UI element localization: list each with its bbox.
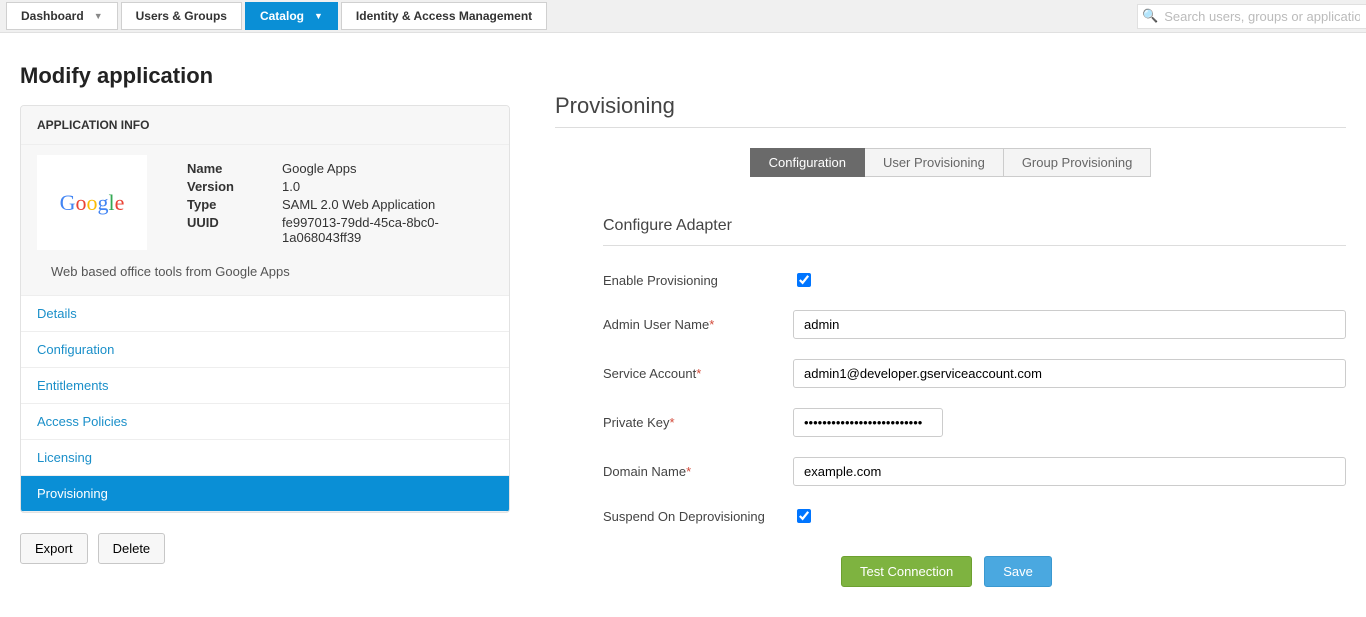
nav-configuration[interactable]: Configuration <box>21 332 509 368</box>
tab-users-groups[interactable]: Users & Groups <box>121 2 242 30</box>
tab-identity[interactable]: Identity & Access Management <box>341 2 547 30</box>
chevron-down-icon: ▼ <box>94 11 103 21</box>
nav-link: Configuration <box>37 342 114 357</box>
save-button[interactable]: Save <box>984 556 1052 587</box>
info-version-value: 1.0 <box>282 179 300 194</box>
chevron-down-icon: ▼ <box>314 11 323 21</box>
panel-nav: Details Configuration Entitlements Acces… <box>21 295 509 512</box>
provisioning-form: Enable Provisioning Admin User Name* Ser… <box>603 270 1346 587</box>
info-type-value: SAML 2.0 Web Application <box>282 197 435 212</box>
export-button[interactable]: Export <box>20 533 88 564</box>
tab-catalog[interactable]: Catalog ▼ <box>245 2 338 30</box>
enable-label: Enable Provisioning <box>603 273 793 288</box>
tab-label: Identity & Access Management <box>356 9 532 23</box>
search-icon: 🔍 <box>1142 8 1158 24</box>
search-container[interactable]: 🔍 <box>1137 4 1366 29</box>
section-title: Provisioning <box>555 93 1346 128</box>
admin-user-name-field[interactable] <box>793 310 1346 339</box>
enable-checkbox[interactable] <box>797 273 811 287</box>
info-uuid-label: UUID <box>187 215 282 245</box>
info-name-value: Google Apps <box>282 161 356 176</box>
tab-label: Dashboard <box>21 9 84 23</box>
app-info-table: NameGoogle Apps Version1.0 TypeSAML 2.0 … <box>187 161 482 250</box>
nav-access-policies[interactable]: Access Policies <box>21 404 509 440</box>
nav-entitlements[interactable]: Entitlements <box>21 368 509 404</box>
tab-dashboard[interactable]: Dashboard ▼ <box>6 2 118 30</box>
delete-button[interactable]: Delete <box>98 533 166 564</box>
nav-link: Provisioning <box>37 486 108 501</box>
test-connection-button[interactable]: Test Connection <box>841 556 972 587</box>
info-uuid-value: fe997013-79dd-45ca-8bc0-1a068043ff39 <box>282 215 482 245</box>
private-key-field[interactable] <box>793 408 943 437</box>
search-input[interactable] <box>1162 8 1362 25</box>
tab-label: Users & Groups <box>136 9 227 23</box>
nav-link: Access Policies <box>37 414 127 429</box>
panel-heading: APPLICATION INFO <box>21 106 509 145</box>
admin-label: Admin User Name* <box>603 317 793 332</box>
top-nav: Dashboard ▼ Users & Groups Catalog ▼ Ide… <box>0 0 1366 33</box>
service-account-field[interactable] <box>793 359 1346 388</box>
nav-link: Entitlements <box>37 378 109 393</box>
nav-link: Details <box>37 306 77 321</box>
info-version-label: Version <box>187 179 282 194</box>
tab-label: Catalog <box>260 9 304 23</box>
suspend-checkbox[interactable] <box>797 509 811 523</box>
tab-user-provisioning[interactable]: User Provisioning <box>865 148 1004 177</box>
nav-details[interactable]: Details <box>21 296 509 332</box>
suspend-label: Suspend On Deprovisioning <box>603 509 793 524</box>
provisioning-tabs: Configuration User Provisioning Group Pr… <box>555 148 1346 177</box>
app-description: Web based office tools from Google Apps <box>37 264 493 279</box>
nav-licensing[interactable]: Licensing <box>21 440 509 476</box>
google-logo-text: Google <box>60 190 125 216</box>
info-name-label: Name <box>187 161 282 176</box>
service-account-label: Service Account* <box>603 366 793 381</box>
tab-group-provisioning[interactable]: Group Provisioning <box>1004 148 1152 177</box>
private-key-label: Private Key* <box>603 415 793 430</box>
domain-name-field[interactable] <box>793 457 1346 486</box>
form-title: Configure Adapter <box>603 217 1346 246</box>
app-info-panel: APPLICATION INFO Google NameGoogle Apps … <box>20 105 510 513</box>
domain-name-label: Domain Name* <box>603 464 793 479</box>
nav-link: Licensing <box>37 450 92 465</box>
nav-provisioning[interactable]: Provisioning <box>21 476 509 512</box>
tab-configuration[interactable]: Configuration <box>750 148 865 177</box>
info-type-label: Type <box>187 197 282 212</box>
page-title: Modify application <box>20 63 510 89</box>
app-logo: Google <box>37 155 147 250</box>
top-tabs: Dashboard ▼ Users & Groups Catalog ▼ Ide… <box>6 2 550 30</box>
